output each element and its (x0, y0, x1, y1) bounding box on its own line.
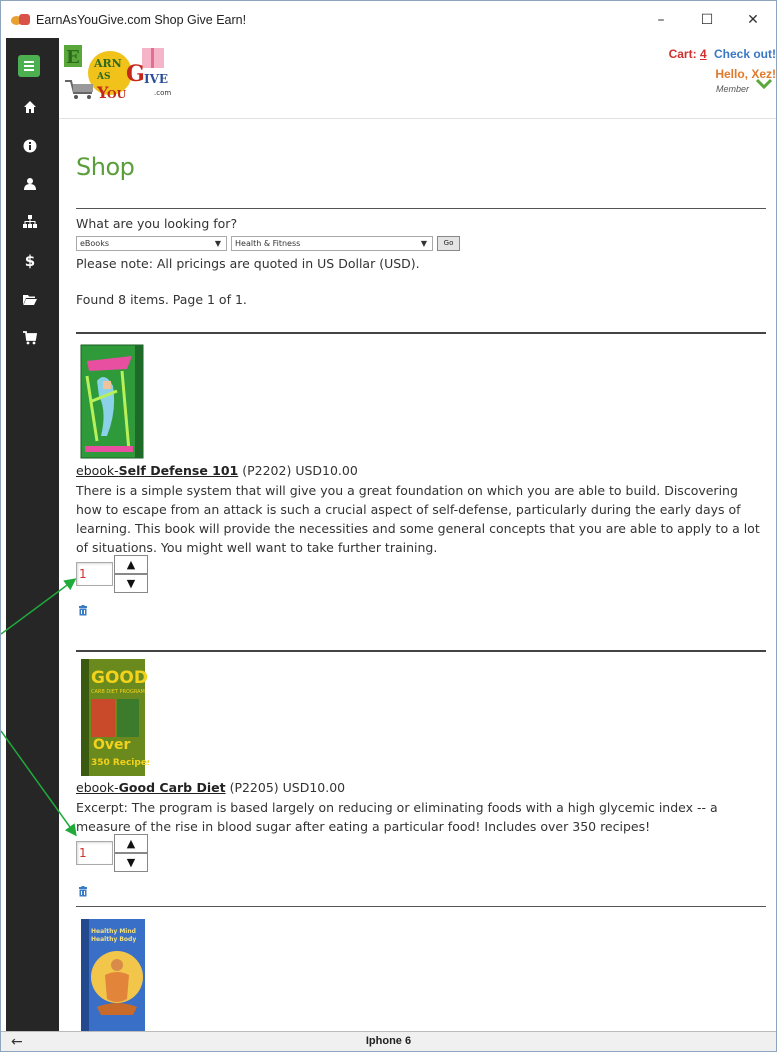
quantity-stepper[interactable]: 1 ▲ ▼ (76, 555, 148, 593)
folder-open-icon[interactable] (23, 293, 37, 307)
cart-icon[interactable] (23, 331, 38, 345)
app-logo-icon (11, 12, 31, 28)
product-cover-image[interactable] (77, 341, 149, 462)
product-prefix: ebook- (76, 780, 119, 795)
window-controls: – ☐ ✕ (638, 1, 776, 38)
app-window: EarnAsYouGive.com Shop Give Earn! – ☐ ✕ … (0, 0, 777, 1052)
svg-text:ARN: ARN (93, 57, 122, 70)
svg-text:IVE: IVE (144, 72, 168, 86)
window-title: EarnAsYouGive.com Shop Give Earn! (36, 12, 247, 27)
user-icon[interactable] (23, 177, 37, 191)
product-cover-image[interactable]: GOOD CARB DIET PROGRAM Over 350 Recipes (77, 657, 152, 778)
cart-count-link[interactable]: 4 (700, 47, 707, 61)
product-prefix: ebook- (76, 463, 119, 478)
svg-text:Healthy Mind: Healthy Mind (91, 928, 136, 935)
subcategory-select[interactable]: Health & Fitness ▼ (231, 236, 433, 251)
device-label: Iphone 6 (365, 1035, 412, 1047)
user-role: Member (715, 84, 749, 94)
product-link[interactable]: ebook-Self Defense 101 (76, 463, 238, 478)
sidebar: $ (6, 38, 59, 1031)
svg-text:E: E (66, 47, 80, 68)
dollar-icon[interactable]: $ (23, 254, 37, 269)
svg-text:Over: Over (93, 737, 131, 753)
close-button[interactable]: ✕ (730, 1, 776, 38)
home-icon[interactable] (23, 100, 37, 114)
category-select[interactable]: eBooks ▼ (76, 236, 227, 251)
product-cover-image[interactable]: Healthy Mind Healthy Body (77, 915, 149, 1031)
svg-text:Healthy Body: Healthy Body (91, 936, 136, 943)
svg-text:CARB DIET PROGRAM: CARB DIET PROGRAM (91, 689, 145, 695)
product-name: Good Carb Diet (118, 780, 226, 795)
page-title: Shop (76, 153, 135, 181)
svg-text:OU: OU (107, 88, 127, 101)
divider (76, 208, 766, 209)
site-logo[interactable]: E ARN AS G IVE Y OU .com (62, 43, 187, 103)
increment-button[interactable]: ▲ (114, 555, 148, 574)
svg-text:GOOD: GOOD (91, 668, 148, 688)
results-count: Found 8 items. Page 1 of 1. (76, 292, 247, 307)
trash-icon[interactable] (78, 601, 88, 616)
subcategory-select-value: Health & Fitness (235, 239, 301, 248)
product-link[interactable]: ebook-Good Carb Diet (76, 780, 226, 795)
title-bar: EarnAsYouGive.com Shop Give Earn! – ☐ ✕ (1, 1, 776, 38)
dropdown-arrow-icon: ▼ (420, 239, 427, 248)
trash-icon[interactable] (78, 882, 88, 897)
product-title: ebook-Self Defense 101 (P2202) USD10.00 (76, 463, 358, 478)
product-code-price: (P2205) USD10.00 (225, 780, 346, 795)
status-bar: ← Iphone 6 (1, 1031, 776, 1051)
info-icon[interactable] (23, 139, 37, 153)
divider (76, 650, 766, 652)
product-description: Excerpt: The program is based largely on… (76, 800, 718, 834)
main-content: Shop What are you looking for? eBooks ▼ … (59, 119, 776, 1031)
product-code-price: (P2202) USD10.00 (238, 463, 358, 478)
currency-note: Please note: All pricings are quoted in … (76, 256, 420, 271)
svg-text:G: G (126, 61, 145, 87)
decrement-button[interactable]: ▼ (114, 574, 148, 593)
divider (76, 906, 766, 907)
hamburger-menu-button[interactable] (18, 55, 40, 77)
header: E ARN AS G IVE Y OU .com Cart: 4 Check o… (59, 38, 776, 119)
product-name: Self Defense 101 (118, 463, 239, 478)
product-description: There is a simple system that will give … (76, 483, 760, 555)
sitemap-icon[interactable] (23, 215, 37, 229)
quantity-input[interactable]: 1 (76, 841, 113, 865)
svg-text:.com: .com (154, 89, 171, 97)
cart-summary: Cart: 4 Check out! (669, 47, 776, 61)
minimize-button[interactable]: – (638, 1, 684, 38)
checkout-link[interactable]: Check out! (714, 47, 776, 61)
svg-text:350 Recipes: 350 Recipes (91, 758, 149, 768)
increment-button[interactable]: ▲ (114, 834, 148, 853)
go-button[interactable]: Go (437, 236, 460, 251)
svg-text:AS: AS (96, 72, 110, 82)
quantity-stepper[interactable]: 1 ▲ ▼ (76, 834, 148, 872)
chevron-down-icon[interactable] (755, 76, 773, 90)
divider (76, 332, 766, 334)
quantity-input[interactable]: 1 (76, 562, 113, 586)
decrement-button[interactable]: ▼ (114, 853, 148, 872)
search-prompt: What are you looking for? (76, 216, 238, 231)
cart-label: Cart: (668, 47, 697, 61)
maximize-button[interactable]: ☐ (684, 1, 730, 38)
product-title: ebook-Good Carb Diet (P2205) USD10.00 (76, 780, 345, 795)
category-select-value: eBooks (80, 239, 109, 248)
dropdown-arrow-icon: ▼ (214, 239, 221, 248)
